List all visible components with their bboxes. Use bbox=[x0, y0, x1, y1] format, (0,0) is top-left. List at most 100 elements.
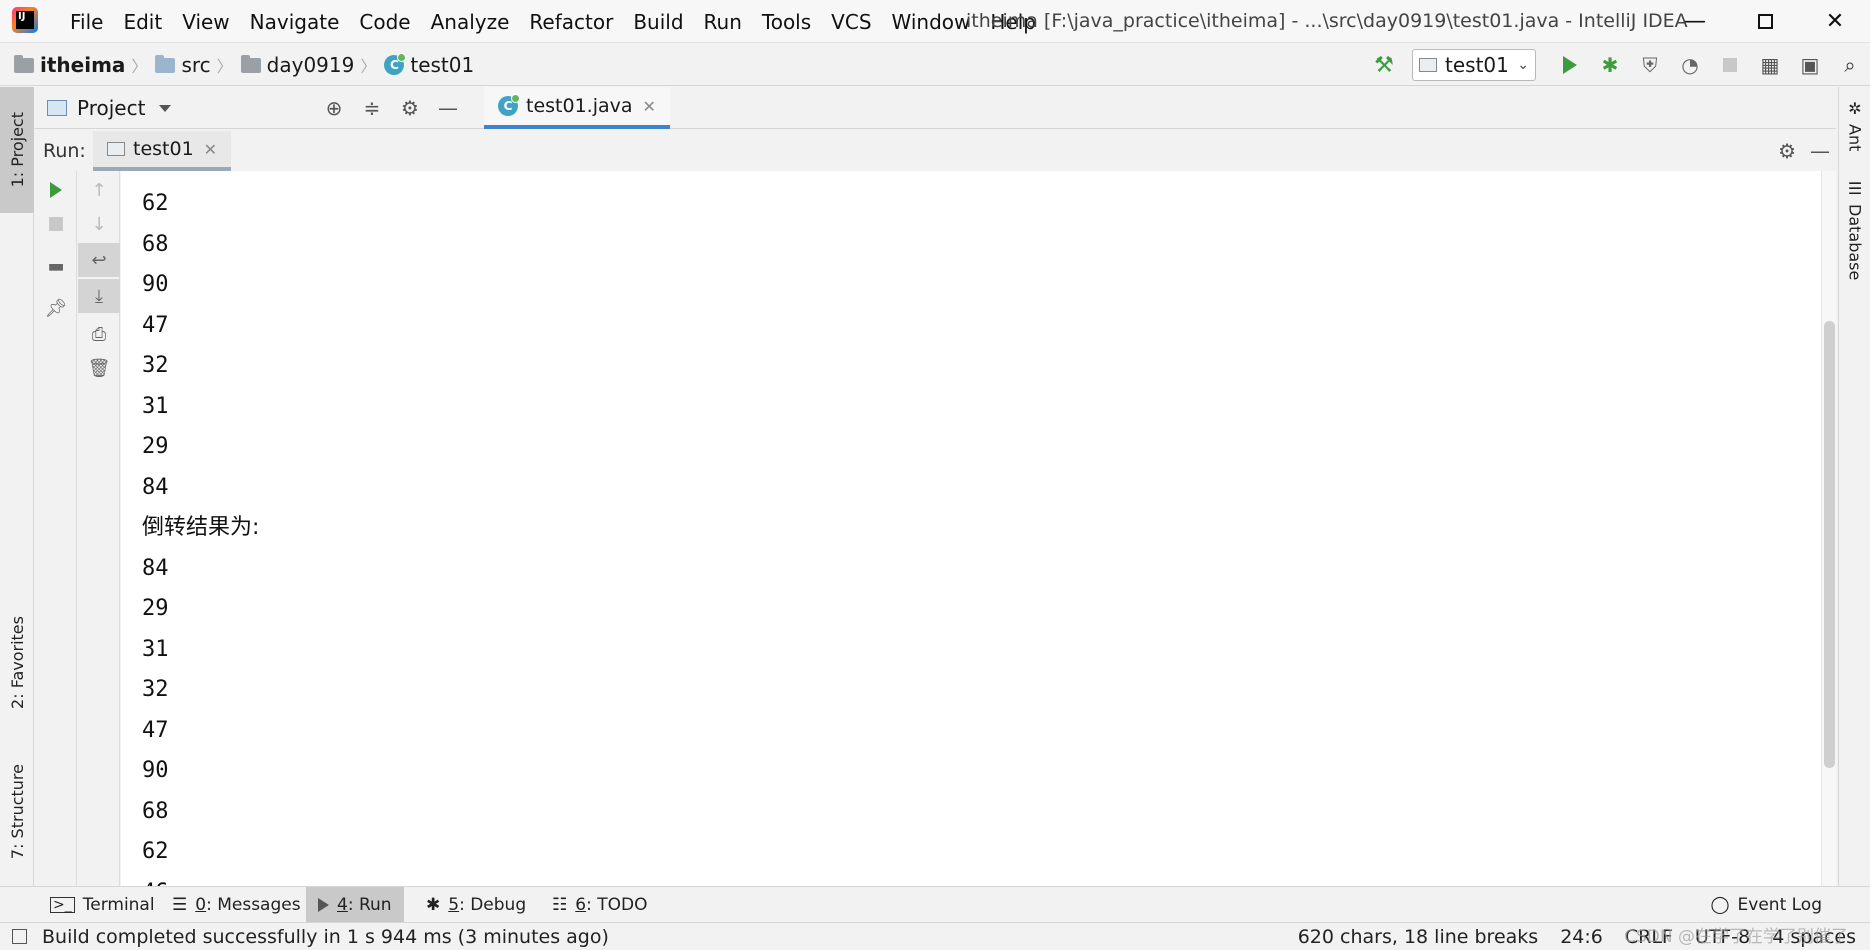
tool-tab-run[interactable]: 4: Run bbox=[306, 887, 404, 923]
tool-tab-terminal[interactable]: >_ Terminal bbox=[38, 887, 167, 923]
stop-button[interactable] bbox=[1710, 44, 1750, 86]
project-view-selector[interactable]: Project bbox=[47, 87, 172, 129]
tool-tab-debug[interactable]: ✱ 5: Debug bbox=[414, 887, 538, 923]
breadcrumb: itheima 〉 src 〉 day0919 〉 C test01 bbox=[14, 44, 478, 86]
menu-view[interactable]: View bbox=[172, 10, 239, 34]
menu-run[interactable]: Run bbox=[694, 10, 752, 34]
search-everywhere-button[interactable]: ⌕ bbox=[1830, 44, 1870, 86]
window-title: itheima [F:\java_practice\itheima] - ...… bbox=[966, 10, 1688, 32]
pin-tab-button[interactable]: 📌︎ bbox=[35, 291, 77, 325]
layout-icon: ▬ bbox=[47, 255, 65, 277]
run-tab-test01[interactable]: test01 ✕ bbox=[93, 131, 232, 171]
char-count: 620 chars, 18 line breaks bbox=[1297, 926, 1539, 948]
run-button[interactable] bbox=[1550, 44, 1590, 86]
soft-wrap-button[interactable]: ↩ bbox=[78, 243, 120, 277]
navigation-bar: itheima 〉 src 〉 day0919 〉 C test01 ⚒ tes… bbox=[0, 44, 1870, 86]
presentation-button[interactable]: ▣ bbox=[1790, 44, 1830, 86]
stop-run-button[interactable] bbox=[35, 207, 77, 241]
run-configuration-select[interactable]: test01 ⌄ bbox=[1412, 49, 1536, 81]
bottom-tool-window-bar: >_ Terminal ☰ 0: Messages 4: Run ✱ 5: De… bbox=[0, 886, 1870, 923]
project-and-editor-tab-bar: Project ⊕ ≑ ⚙ — C test01.java ✕ bbox=[35, 87, 1836, 129]
close-button[interactable]: ✕ bbox=[1805, 0, 1865, 43]
scroll-down-button[interactable]: ↓ bbox=[78, 207, 120, 241]
breadcrumb-package[interactable]: day0919 bbox=[240, 53, 359, 77]
chevron-down-icon: ⌄ bbox=[1517, 57, 1529, 73]
tool-tab-messages[interactable]: ☰ 0: Messages bbox=[160, 887, 313, 923]
tool-tab-favorites[interactable]: 2: Favorites bbox=[0, 597, 34, 727]
rerun-button[interactable] bbox=[35, 173, 77, 207]
scroll-to-end-button[interactable]: ⤓ bbox=[78, 279, 120, 313]
console-line: 29 bbox=[142, 434, 169, 459]
debug-button[interactable]: ✱ bbox=[1590, 44, 1630, 86]
scrollbar-thumb[interactable] bbox=[1824, 321, 1835, 768]
stop-icon bbox=[49, 217, 63, 231]
tool-tab-todo[interactable]: ☷ 6: TODO bbox=[540, 887, 659, 923]
chevron-down-icon bbox=[159, 104, 172, 112]
project-settings-button[interactable]: ⚙ bbox=[391, 87, 429, 129]
watermark: CSDN @在学了在学了别催了 bbox=[1624, 927, 1848, 947]
printer-icon: ⎙ bbox=[91, 323, 107, 345]
breadcrumb-src[interactable]: src bbox=[155, 53, 214, 77]
arrow-down-icon: ↓ bbox=[91, 213, 107, 235]
run-with-coverage-button[interactable]: ⛨ bbox=[1630, 44, 1670, 86]
maximize-button[interactable] bbox=[1735, 0, 1795, 43]
console-line: 84 bbox=[142, 555, 169, 581]
tool-tab-ant[interactable]: ✲ Ant bbox=[1839, 99, 1870, 151]
menu-build[interactable]: Build bbox=[623, 10, 693, 34]
console-line: 62 bbox=[142, 839, 169, 864]
menu-code[interactable]: Code bbox=[349, 10, 420, 34]
status-message[interactable]: Build completed successfully in 1 s 944 … bbox=[42, 923, 609, 950]
java-class-icon: C bbox=[498, 94, 520, 116]
trash-icon: 🗑︎ bbox=[87, 357, 111, 379]
minimize-icon: — bbox=[438, 96, 458, 120]
menu-tools[interactable]: Tools bbox=[752, 10, 821, 34]
database-icon: ☰ bbox=[1847, 179, 1863, 198]
coverage-shield-icon: ⛨ bbox=[1642, 53, 1658, 77]
menu-vcs[interactable]: VCS bbox=[821, 10, 881, 34]
scroll-up-button[interactable]: ↑ bbox=[78, 173, 120, 207]
tool-tab-project[interactable]: 1: Project bbox=[0, 87, 34, 213]
package-icon bbox=[240, 54, 261, 73]
editor-tab-test01[interactable]: C test01.java ✕ bbox=[484, 87, 670, 129]
hammer-icon: ⚒ bbox=[1374, 52, 1394, 78]
console-line: 62 bbox=[142, 191, 169, 216]
rerun-icon bbox=[50, 182, 62, 198]
print-button[interactable]: ⎙ bbox=[78, 317, 120, 351]
project-structure-button[interactable]: ▦ bbox=[1750, 44, 1790, 86]
console-scrollbar[interactable] bbox=[1821, 171, 1836, 886]
console-line: 32 bbox=[142, 677, 169, 702]
tool-tab-event-log[interactable]: ◯ Event Log bbox=[1699, 887, 1835, 923]
java-class-icon: C bbox=[384, 53, 407, 75]
maximize-icon bbox=[1757, 14, 1773, 29]
menu-navigate[interactable]: Navigate bbox=[240, 10, 350, 34]
minimize-button[interactable]: — bbox=[1665, 0, 1725, 43]
build-hammer-button[interactable]: ⚒ bbox=[1364, 44, 1404, 86]
run-window-label: Run: bbox=[43, 140, 86, 162]
menu-analyze[interactable]: Analyze bbox=[421, 10, 520, 34]
soft-wrap-icon: ↩ bbox=[91, 249, 107, 271]
caret-position[interactable]: 24:6 bbox=[1560, 926, 1603, 948]
terminal-icon: >_ bbox=[50, 897, 75, 913]
menu-edit[interactable]: Edit bbox=[113, 10, 172, 34]
run-settings-gear-icon[interactable]: ⚙ bbox=[1778, 139, 1796, 163]
close-tab-icon[interactable]: ✕ bbox=[643, 97, 656, 116]
console-output[interactable]: 62 68 90 47 32 31 29 84 倒转结果为: 84 29 31 32 47 90 68 62 46 bbox=[121, 171, 1821, 886]
breadcrumb-project[interactable]: itheima bbox=[14, 53, 129, 77]
hide-project-button[interactable]: — bbox=[429, 87, 467, 129]
clear-all-button[interactable]: 🗑︎ bbox=[78, 351, 120, 385]
hide-run-window-icon[interactable]: — bbox=[1810, 139, 1830, 163]
profile-button[interactable]: ◔ bbox=[1670, 44, 1710, 86]
run-tool-window-header: Run: test01 ✕ ⚙ — bbox=[35, 131, 1836, 171]
close-tab-icon[interactable]: ✕ bbox=[204, 140, 217, 159]
collapse-all-button[interactable]: ≑ bbox=[353, 87, 391, 129]
locate-file-button[interactable]: ⊕ bbox=[315, 87, 353, 129]
breadcrumb-class[interactable]: C test01 bbox=[384, 53, 478, 77]
console-line: 31 bbox=[142, 393, 169, 419]
menu-file[interactable]: File bbox=[60, 10, 113, 34]
tool-tab-database[interactable]: ☰ Database bbox=[1839, 179, 1870, 280]
tool-tab-structure[interactable]: 7: Structure bbox=[0, 747, 34, 877]
presentation-icon: ▣ bbox=[1800, 53, 1820, 77]
menu-refactor[interactable]: Refactor bbox=[519, 10, 623, 34]
restore-layout-button[interactable]: ▬ bbox=[35, 249, 77, 283]
toggle-tool-windows-icon[interactable] bbox=[12, 929, 27, 944]
